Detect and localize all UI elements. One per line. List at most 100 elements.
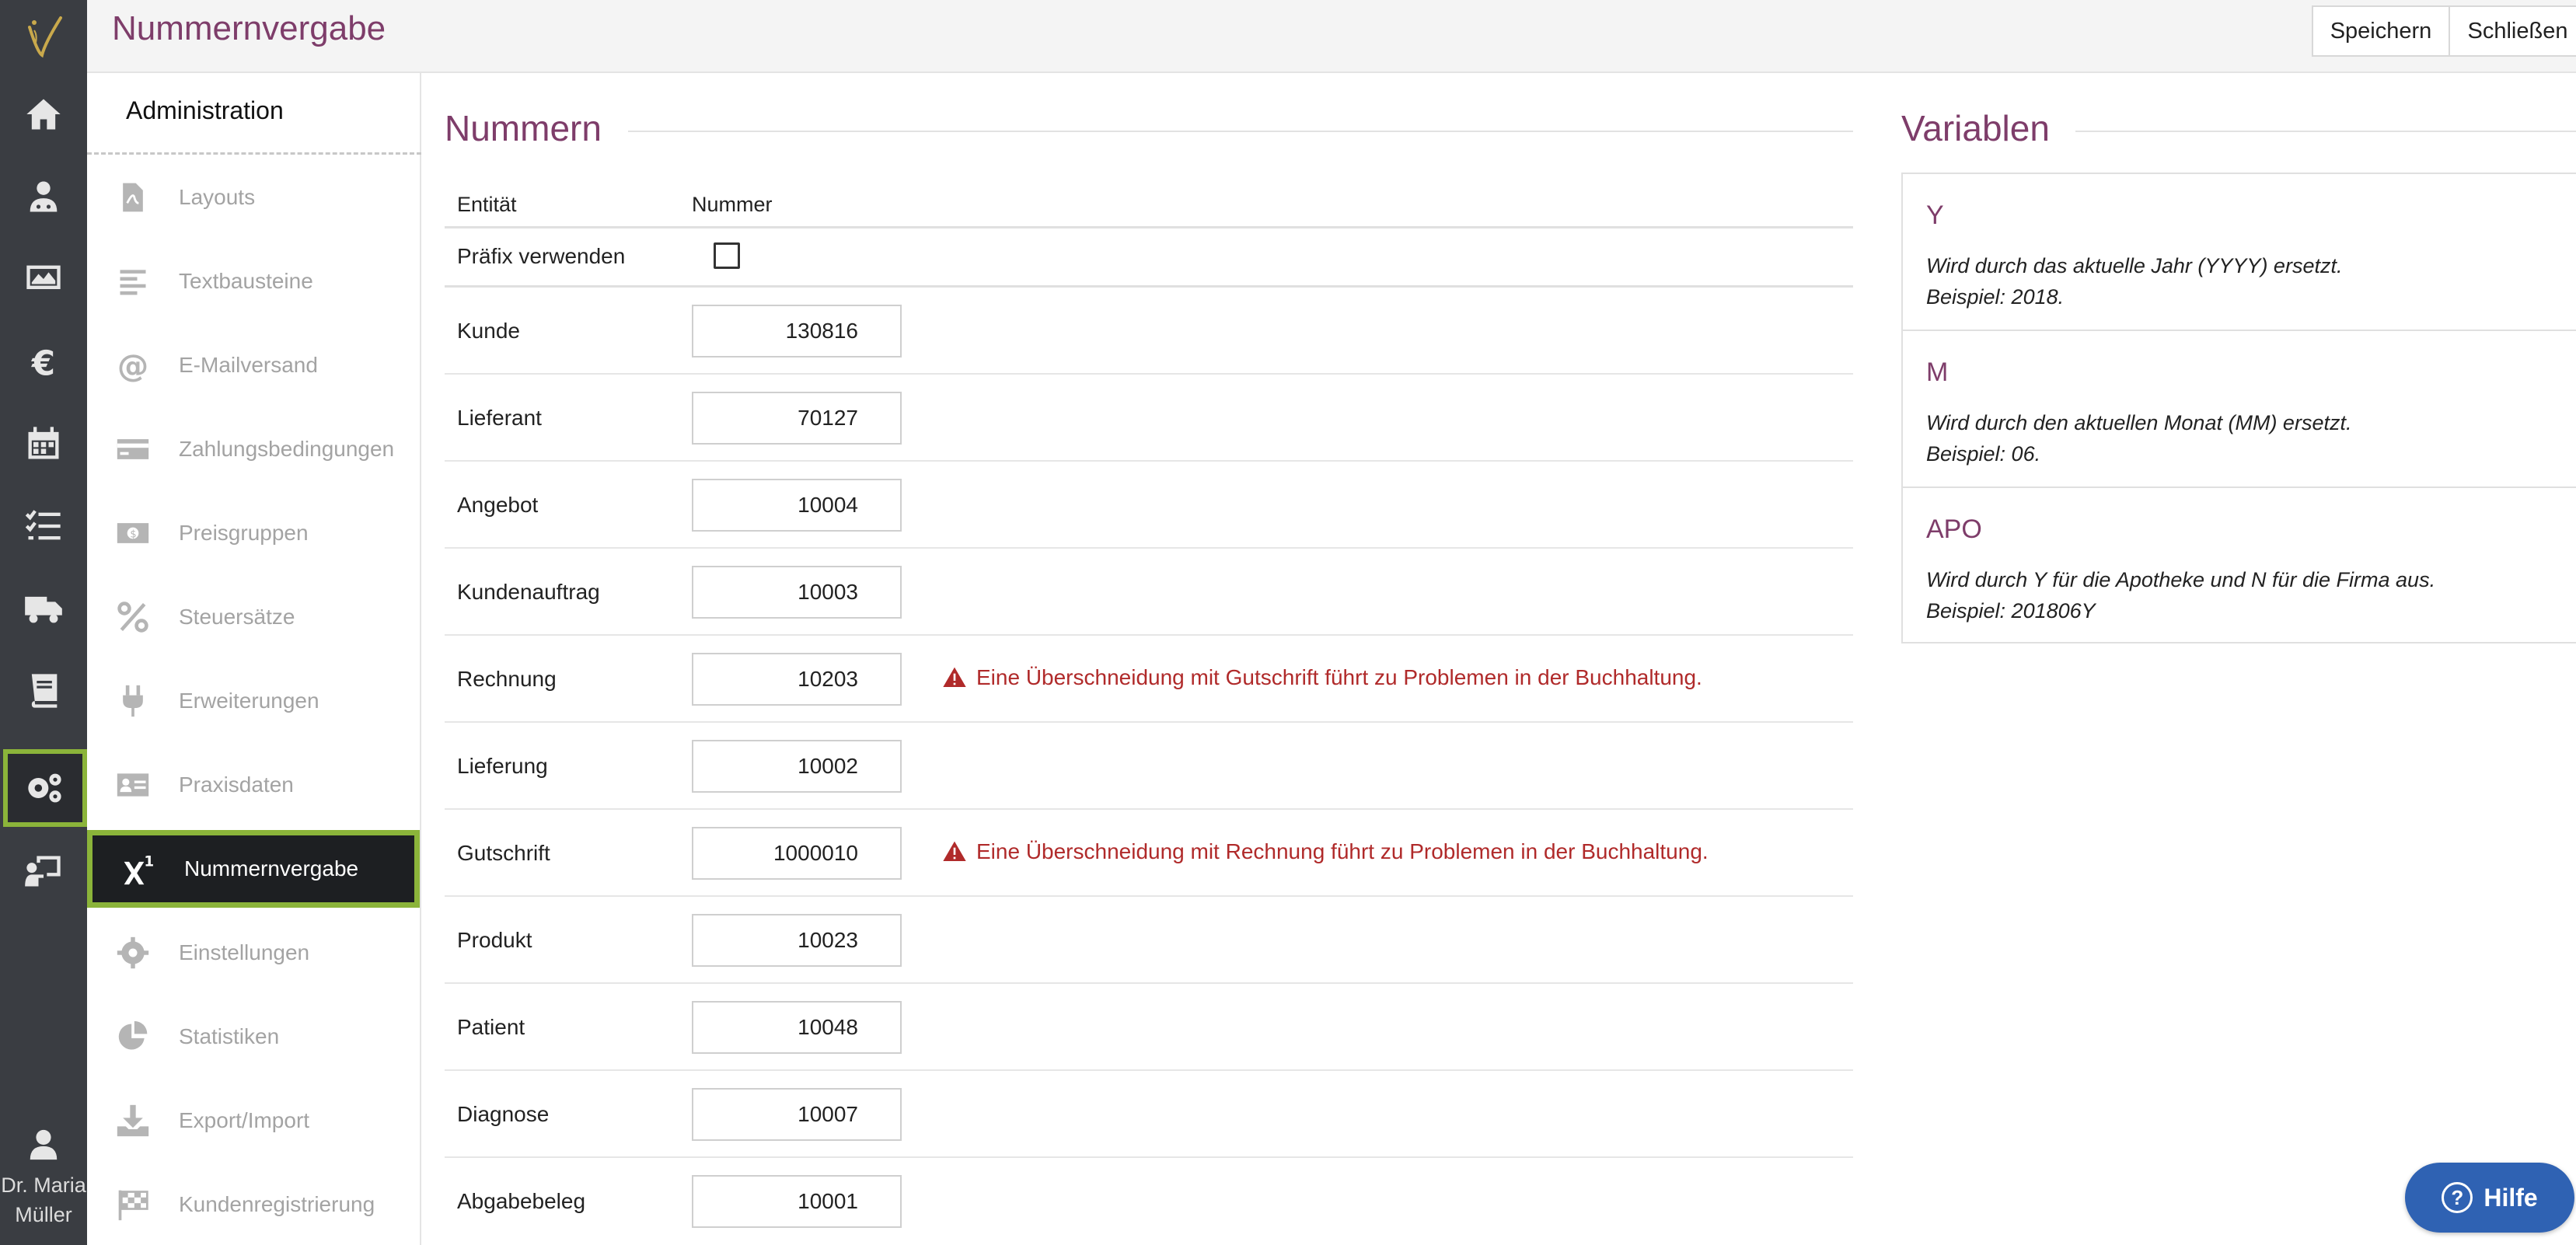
sidebar-item-label: Export/Import bbox=[179, 1108, 310, 1132]
section-title-numbers: Nummern bbox=[445, 108, 602, 148]
help-button[interactable]: ? Hilfe bbox=[2405, 1163, 2574, 1233]
presentation-icon bbox=[25, 856, 61, 887]
section-rule-variables bbox=[2075, 131, 2576, 132]
user-icon bbox=[30, 1129, 58, 1160]
table-row-kunde: Kunde bbox=[445, 288, 1853, 375]
warning-text: Eine Überschneidung mit Gutschrift führt… bbox=[976, 665, 1702, 689]
number-input-kunde[interactable] bbox=[692, 305, 902, 357]
sidebar-item-steuersaetze[interactable]: Steuersätze bbox=[87, 581, 420, 653]
sidebar-item-zahlungsbedingungen[interactable]: Zahlungsbedingungen bbox=[87, 413, 420, 485]
row-label: Abgabebeleg bbox=[457, 1189, 586, 1213]
app-logo[interactable] bbox=[0, 0, 87, 73]
table-row-rechnung: Rechnung Eine Überschneidung mit Gutschr… bbox=[445, 636, 1853, 723]
rail-item-calendar[interactable] bbox=[0, 403, 87, 485]
row-label: Lieferant bbox=[457, 406, 542, 430]
svg-text:€: € bbox=[31, 344, 55, 382]
rail-item-finance[interactable]: € bbox=[0, 320, 87, 403]
number-input-kundenauftrag[interactable] bbox=[692, 566, 902, 619]
variable-example-text: Beispiel: 2018. bbox=[1926, 285, 2065, 309]
sidebar-item-preisgruppen[interactable]: $ Preisgruppen bbox=[87, 497, 420, 569]
sidebar-item-label: Statistiken bbox=[179, 1024, 280, 1048]
row-label: Kundenauftrag bbox=[457, 580, 600, 604]
variable-name: Y bbox=[1926, 201, 1944, 230]
variables-list: Y Wird durch das aktuelle Jahr (YYYY) er… bbox=[1901, 173, 2576, 643]
section-title-variables: Variablen bbox=[1901, 108, 2050, 148]
prefix-checkbox[interactable] bbox=[714, 242, 740, 269]
sidebar-item-label: Zahlungsbedingungen bbox=[179, 437, 395, 461]
sidebar-item-textbausteine[interactable]: Textbausteine bbox=[87, 246, 420, 317]
row-label: Lieferung bbox=[457, 754, 548, 778]
row-label: Diagnose bbox=[457, 1102, 550, 1126]
table-row-kundenauftrag: Kundenauftrag bbox=[445, 549, 1853, 636]
number-input-produkt[interactable] bbox=[692, 914, 902, 967]
percent-icon bbox=[117, 602, 148, 633]
number-input-lieferung[interactable] bbox=[692, 740, 902, 793]
home-icon bbox=[26, 99, 61, 130]
page-title: Nummernvergabe bbox=[112, 9, 386, 47]
sidebar-item-label: Textbausteine bbox=[179, 269, 313, 293]
main-content: Nummern Entität Nummer Präfix verwenden … bbox=[423, 73, 2576, 1245]
number-input-patient[interactable] bbox=[692, 1001, 902, 1054]
money-bill-icon: $ bbox=[117, 523, 149, 543]
gears-icon bbox=[28, 773, 61, 803]
user-name-line1: Dr. Maria bbox=[1, 1174, 86, 1197]
sidebar-item-statistiken[interactable]: Statistiken bbox=[87, 1001, 420, 1072]
variable-desc-text: Wird durch den aktuellen Monat (MM) erse… bbox=[1926, 411, 2352, 434]
table-row-patient: Patient bbox=[445, 984, 1853, 1071]
sidebar-item-label: Layouts bbox=[179, 185, 256, 209]
sidebar-item-emailversand[interactable]: @ E-Mailversand bbox=[87, 330, 420, 401]
number-input-lieferant[interactable] bbox=[692, 392, 902, 445]
prefix-label: Präfix verwenden bbox=[457, 244, 626, 268]
table-row-gutschrift: Gutschrift Eine Überschneidung mit Rechn… bbox=[445, 810, 1853, 897]
sidebar-item-erweiterungen[interactable]: Erweiterungen bbox=[87, 665, 420, 737]
number-input-abgabebeleg[interactable] bbox=[692, 1175, 902, 1228]
gear-icon bbox=[117, 936, 149, 969]
prefix-row: Präfix verwenden bbox=[445, 228, 1853, 288]
rail-item-tasks[interactable] bbox=[0, 485, 87, 567]
sidebar-item-label: Preisgruppen bbox=[179, 521, 309, 545]
checklist-icon bbox=[25, 510, 61, 540]
rail-item-delivery[interactable] bbox=[0, 567, 87, 650]
user-profile[interactable]: Dr. Maria Müller bbox=[0, 1127, 87, 1229]
variable-description: Wird durch Y für die Apotheke und N für … bbox=[1926, 564, 2435, 626]
table-row-diagnose: Diagnose bbox=[445, 1071, 1853, 1158]
save-button[interactable]: Speichern bbox=[2312, 5, 2450, 57]
main-navigation-rail: € Dr. Maria Müller bbox=[0, 0, 87, 1245]
row-label: Angebot bbox=[457, 493, 539, 517]
warning-text: Eine Überschneidung mit Rechnung führt z… bbox=[976, 839, 1709, 863]
monitor-chart-icon bbox=[26, 265, 61, 289]
column-header-entity: Entität bbox=[457, 193, 517, 216]
rail-item-doctor[interactable] bbox=[0, 155, 87, 238]
variable-name: M bbox=[1926, 357, 1949, 387]
sidebar-item-export-import[interactable]: Export/Import bbox=[87, 1085, 420, 1156]
sidebar-item-label: Einstellungen bbox=[179, 940, 310, 964]
euro-icon: € bbox=[31, 344, 55, 382]
rail-item-presentation[interactable] bbox=[0, 830, 87, 912]
numbers-table-header: Entität Nummer bbox=[445, 182, 1853, 228]
sidebar-item-einstellungen[interactable]: Einstellungen bbox=[87, 917, 420, 989]
sidebar-item-kundenregistrierung[interactable]: Kundenregistrierung bbox=[87, 1169, 420, 1240]
table-row-lieferant: Lieferant bbox=[445, 375, 1853, 462]
svg-text:1: 1 bbox=[144, 853, 154, 870]
number-input-angebot[interactable] bbox=[692, 479, 902, 532]
rail-item-library[interactable] bbox=[0, 650, 87, 732]
sidebar-item-layouts[interactable]: Layouts bbox=[87, 162, 420, 233]
sidebar-item-nummernvergabe[interactable]: 1 Nummernvergabe bbox=[87, 830, 420, 908]
question-circle-icon: ? bbox=[2442, 1182, 2473, 1213]
rail-item-home[interactable] bbox=[0, 73, 87, 155]
svg-text:$: $ bbox=[130, 529, 136, 541]
close-button[interactable]: Schließen bbox=[2449, 5, 2576, 57]
number-input-diagnose[interactable] bbox=[692, 1088, 902, 1141]
number-input-gutschrift[interactable] bbox=[692, 827, 902, 880]
superscript-icon: 1 bbox=[124, 853, 154, 885]
sidebar-item-praxisdaten[interactable]: Praxisdaten bbox=[87, 749, 420, 821]
download-icon bbox=[117, 1104, 149, 1137]
doctor-icon bbox=[30, 181, 58, 212]
rail-item-administration[interactable] bbox=[3, 749, 87, 827]
user-name-line2: Müller bbox=[15, 1203, 72, 1226]
row-label: Kunde bbox=[457, 319, 520, 343]
number-input-rechnung[interactable] bbox=[692, 653, 902, 706]
sidebar-item-label: Praxisdaten bbox=[179, 772, 294, 797]
pie-chart-icon bbox=[118, 1020, 148, 1050]
rail-item-monitor[interactable] bbox=[0, 238, 87, 320]
